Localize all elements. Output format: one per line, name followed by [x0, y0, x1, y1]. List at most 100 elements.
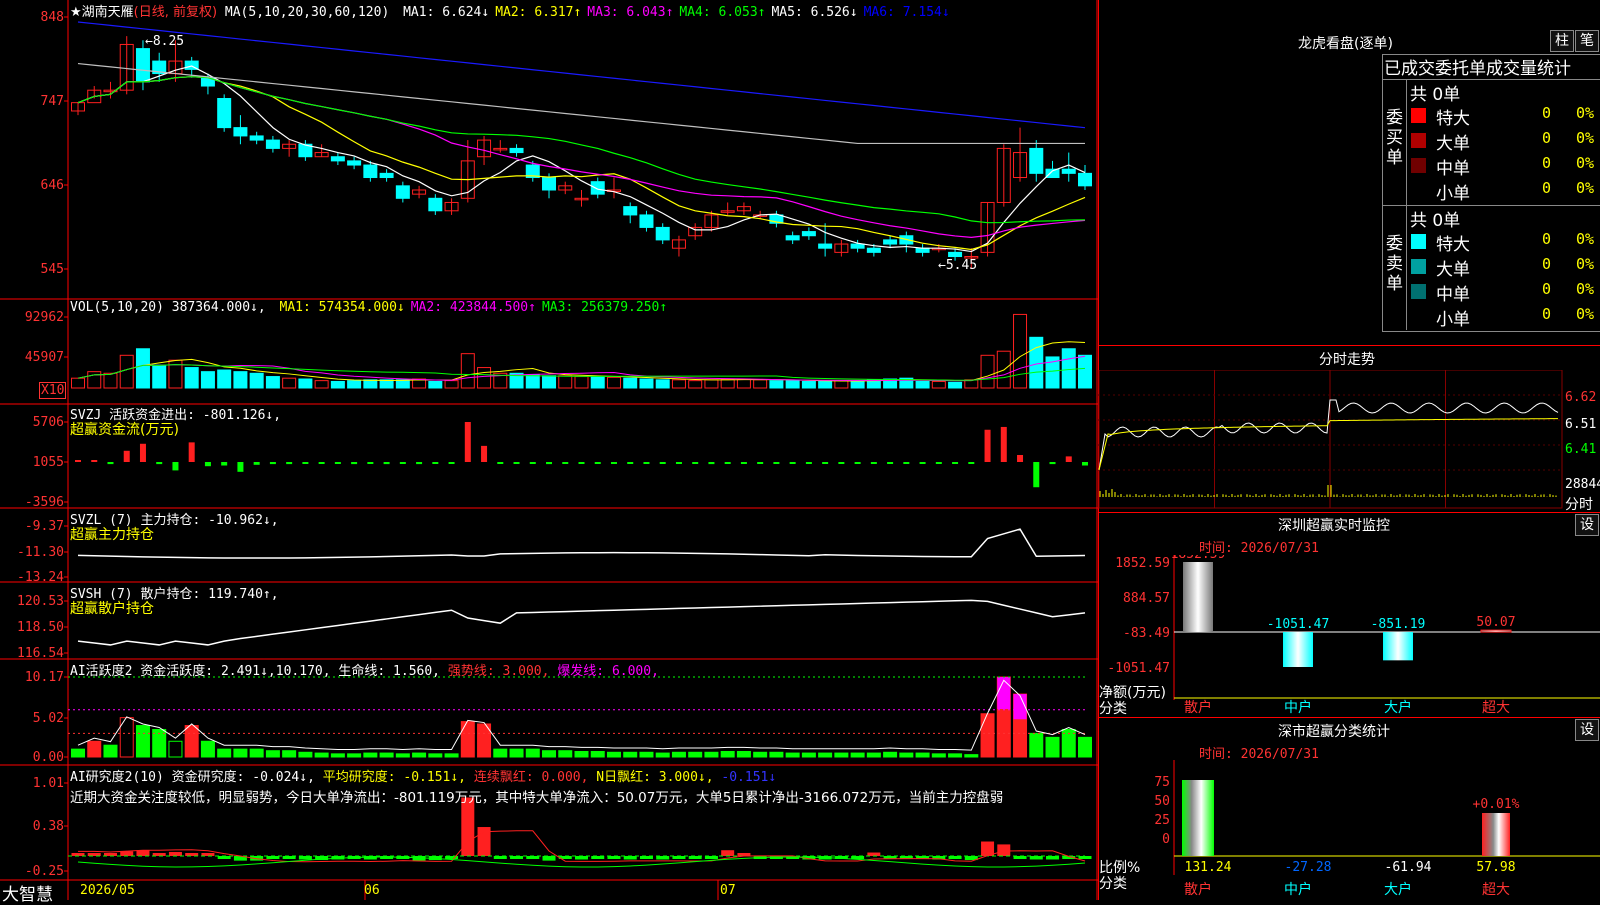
bar-mode-button[interactable]: 柱	[1550, 30, 1574, 52]
tab-orders[interactable]: 委托单	[1435, 59, 1486, 79]
vol-bar-59	[1029, 336, 1044, 389]
sell-row-3-name: 小单	[1436, 310, 1470, 330]
sell-row-3-count: 0	[1542, 305, 1552, 323]
tab-filled[interactable]: 已成交	[1384, 59, 1435, 79]
buy-row-3-name: 小单	[1436, 184, 1470, 204]
vol-bar-52	[915, 380, 930, 389]
candle-body-44	[785, 235, 800, 241]
sell-row-2-count: 0	[1542, 280, 1552, 298]
candle-body-48	[850, 243, 865, 249]
ai-bar-38	[688, 751, 703, 758]
svzj-bar-60	[1049, 462, 1056, 465]
vol-bar-2	[103, 372, 118, 389]
vol-bar-10	[233, 371, 248, 389]
svzj-bar-34	[627, 462, 634, 464]
main-chart[interactable]: 848 747 646 545 92962 45907 5706 1055 -3596 -9.37…	[0, 0, 1098, 900]
candle-body-18	[363, 164, 378, 179]
vol-value: 387364.000↓	[171, 300, 258, 315]
stroke-mode-button[interactable]: 笔	[1575, 30, 1599, 52]
vol-bar-43	[769, 380, 784, 389]
classify-ytick-2: 25	[1154, 813, 1170, 828]
vol-bar-11	[249, 372, 264, 389]
candle-body-34	[623, 206, 638, 216]
svzj-bar-9	[221, 462, 228, 466]
svzj-bar-33	[610, 462, 617, 464]
buy-row-2-name: 中单	[1436, 159, 1470, 179]
buy-row-0-pct: 0%	[1576, 104, 1595, 122]
ai-bar-32	[590, 750, 605, 758]
intraday-price-mid: 6.51	[1565, 417, 1597, 432]
svzj-bar-45	[805, 462, 812, 464]
vol-bar-47	[834, 380, 849, 389]
svzj-bar-26	[497, 462, 504, 464]
candle-body-16	[330, 156, 345, 162]
svzj-bar-51	[903, 462, 910, 464]
monitor-bar-0	[1183, 562, 1213, 632]
monitor-bar-1	[1283, 632, 1313, 667]
ai-bar-42	[753, 751, 768, 758]
ma-legend-4: MA4: 6.053↑	[679, 5, 766, 20]
sell-row-0-pct: 0%	[1576, 230, 1595, 248]
k-ytick-3: 545	[41, 262, 64, 277]
svzj-bar-4	[139, 443, 146, 462]
ai-bar-22	[428, 753, 443, 758]
candle-body-52	[915, 247, 930, 253]
ai-header: AI活跃度2 资金活跃度: 2.491↓,10.170, 生命线: 1.560,…	[70, 664, 659, 679]
ai-bar-21	[412, 752, 427, 758]
svzj-bar-49	[870, 462, 877, 464]
svzj-bar-47	[838, 462, 845, 464]
ai-bar-47	[834, 752, 849, 758]
ai-bar-20	[395, 753, 410, 758]
stock-name: ★湖南天雁	[70, 5, 134, 20]
svzj-bar-13	[286, 462, 293, 465]
buy-row-3-count: 0	[1542, 179, 1552, 197]
vol-ma-legend-2: MA2: 423844.500↑	[410, 300, 536, 315]
ai-bar-13	[282, 750, 297, 758]
research-bar-31	[575, 856, 588, 860]
classify-settings-button[interactable]: 设	[1575, 719, 1599, 741]
ma-list: MA1: 6.624↓ MA2: 6.317↑ MA3: 6.043↑ MA4: 6.…	[397, 5, 950, 20]
vol-bar-15	[314, 380, 329, 389]
monitor-settings-button[interactable]: 设	[1575, 514, 1599, 536]
svzj-bar-58	[1017, 454, 1024, 462]
svzj-bar-11	[253, 462, 260, 465]
intraday-chart[interactable]	[1098, 370, 1563, 510]
buy-side-label: 委买单	[1386, 108, 1403, 168]
x-label-0: 2026/05	[80, 883, 135, 898]
ai-bar-37	[671, 751, 686, 758]
k-panel-header: ★湖南天雁(日线, 前复权) MA(5,10,20,30,60,120) MA1…	[70, 1, 950, 20]
research-bar-4	[136, 850, 150, 856]
ma-legend-3: MA3: 6.043↑	[587, 5, 674, 20]
ai-bar-53	[931, 753, 946, 758]
candle-body-27	[509, 147, 524, 154]
svzj-bar-16	[334, 462, 341, 464]
svzj-bar-53	[935, 462, 942, 464]
research-note: 近期大资金关注度较低，明显弱势，今日大单净流出：-801.119万元，其中特大单…	[70, 790, 1004, 806]
svzj-bar-28	[529, 462, 536, 464]
classify-top-border	[1098, 717, 1600, 718]
classify-bar-0	[1182, 780, 1214, 856]
svsh-ytick-1: 118.50	[17, 620, 64, 635]
sell-side-label: 委卖单	[1386, 234, 1403, 294]
svzj-bar-42	[757, 462, 764, 464]
k-ytick-0: 848	[41, 10, 64, 25]
svzj-subtitle: 超赢资金流(万元)	[70, 422, 179, 438]
classify-category-2: 大户	[1384, 881, 1412, 898]
intraday-avg-line	[1098, 418, 1559, 471]
vol-bar-56	[980, 354, 995, 389]
svzj-bar-21	[416, 462, 423, 465]
vol-bar-32	[590, 376, 605, 389]
candle-body-22	[428, 197, 443, 212]
vol-bar-5	[152, 364, 167, 389]
vol-ytick-0: 92962	[25, 310, 64, 325]
svzj-bar-32	[594, 462, 601, 464]
vol-bar-33	[606, 376, 621, 389]
tab-volume-stats[interactable]: 成交量统计	[1486, 59, 1571, 79]
ai-bar-50	[883, 751, 898, 758]
vol-bar-40	[720, 378, 735, 389]
research-ytick-1: 0.38	[33, 819, 64, 834]
classify-category-3: 超大	[1482, 882, 1510, 898]
vol-bar-38	[688, 380, 703, 389]
candle-body-36	[655, 226, 670, 241]
ai-bar-36	[655, 752, 670, 758]
